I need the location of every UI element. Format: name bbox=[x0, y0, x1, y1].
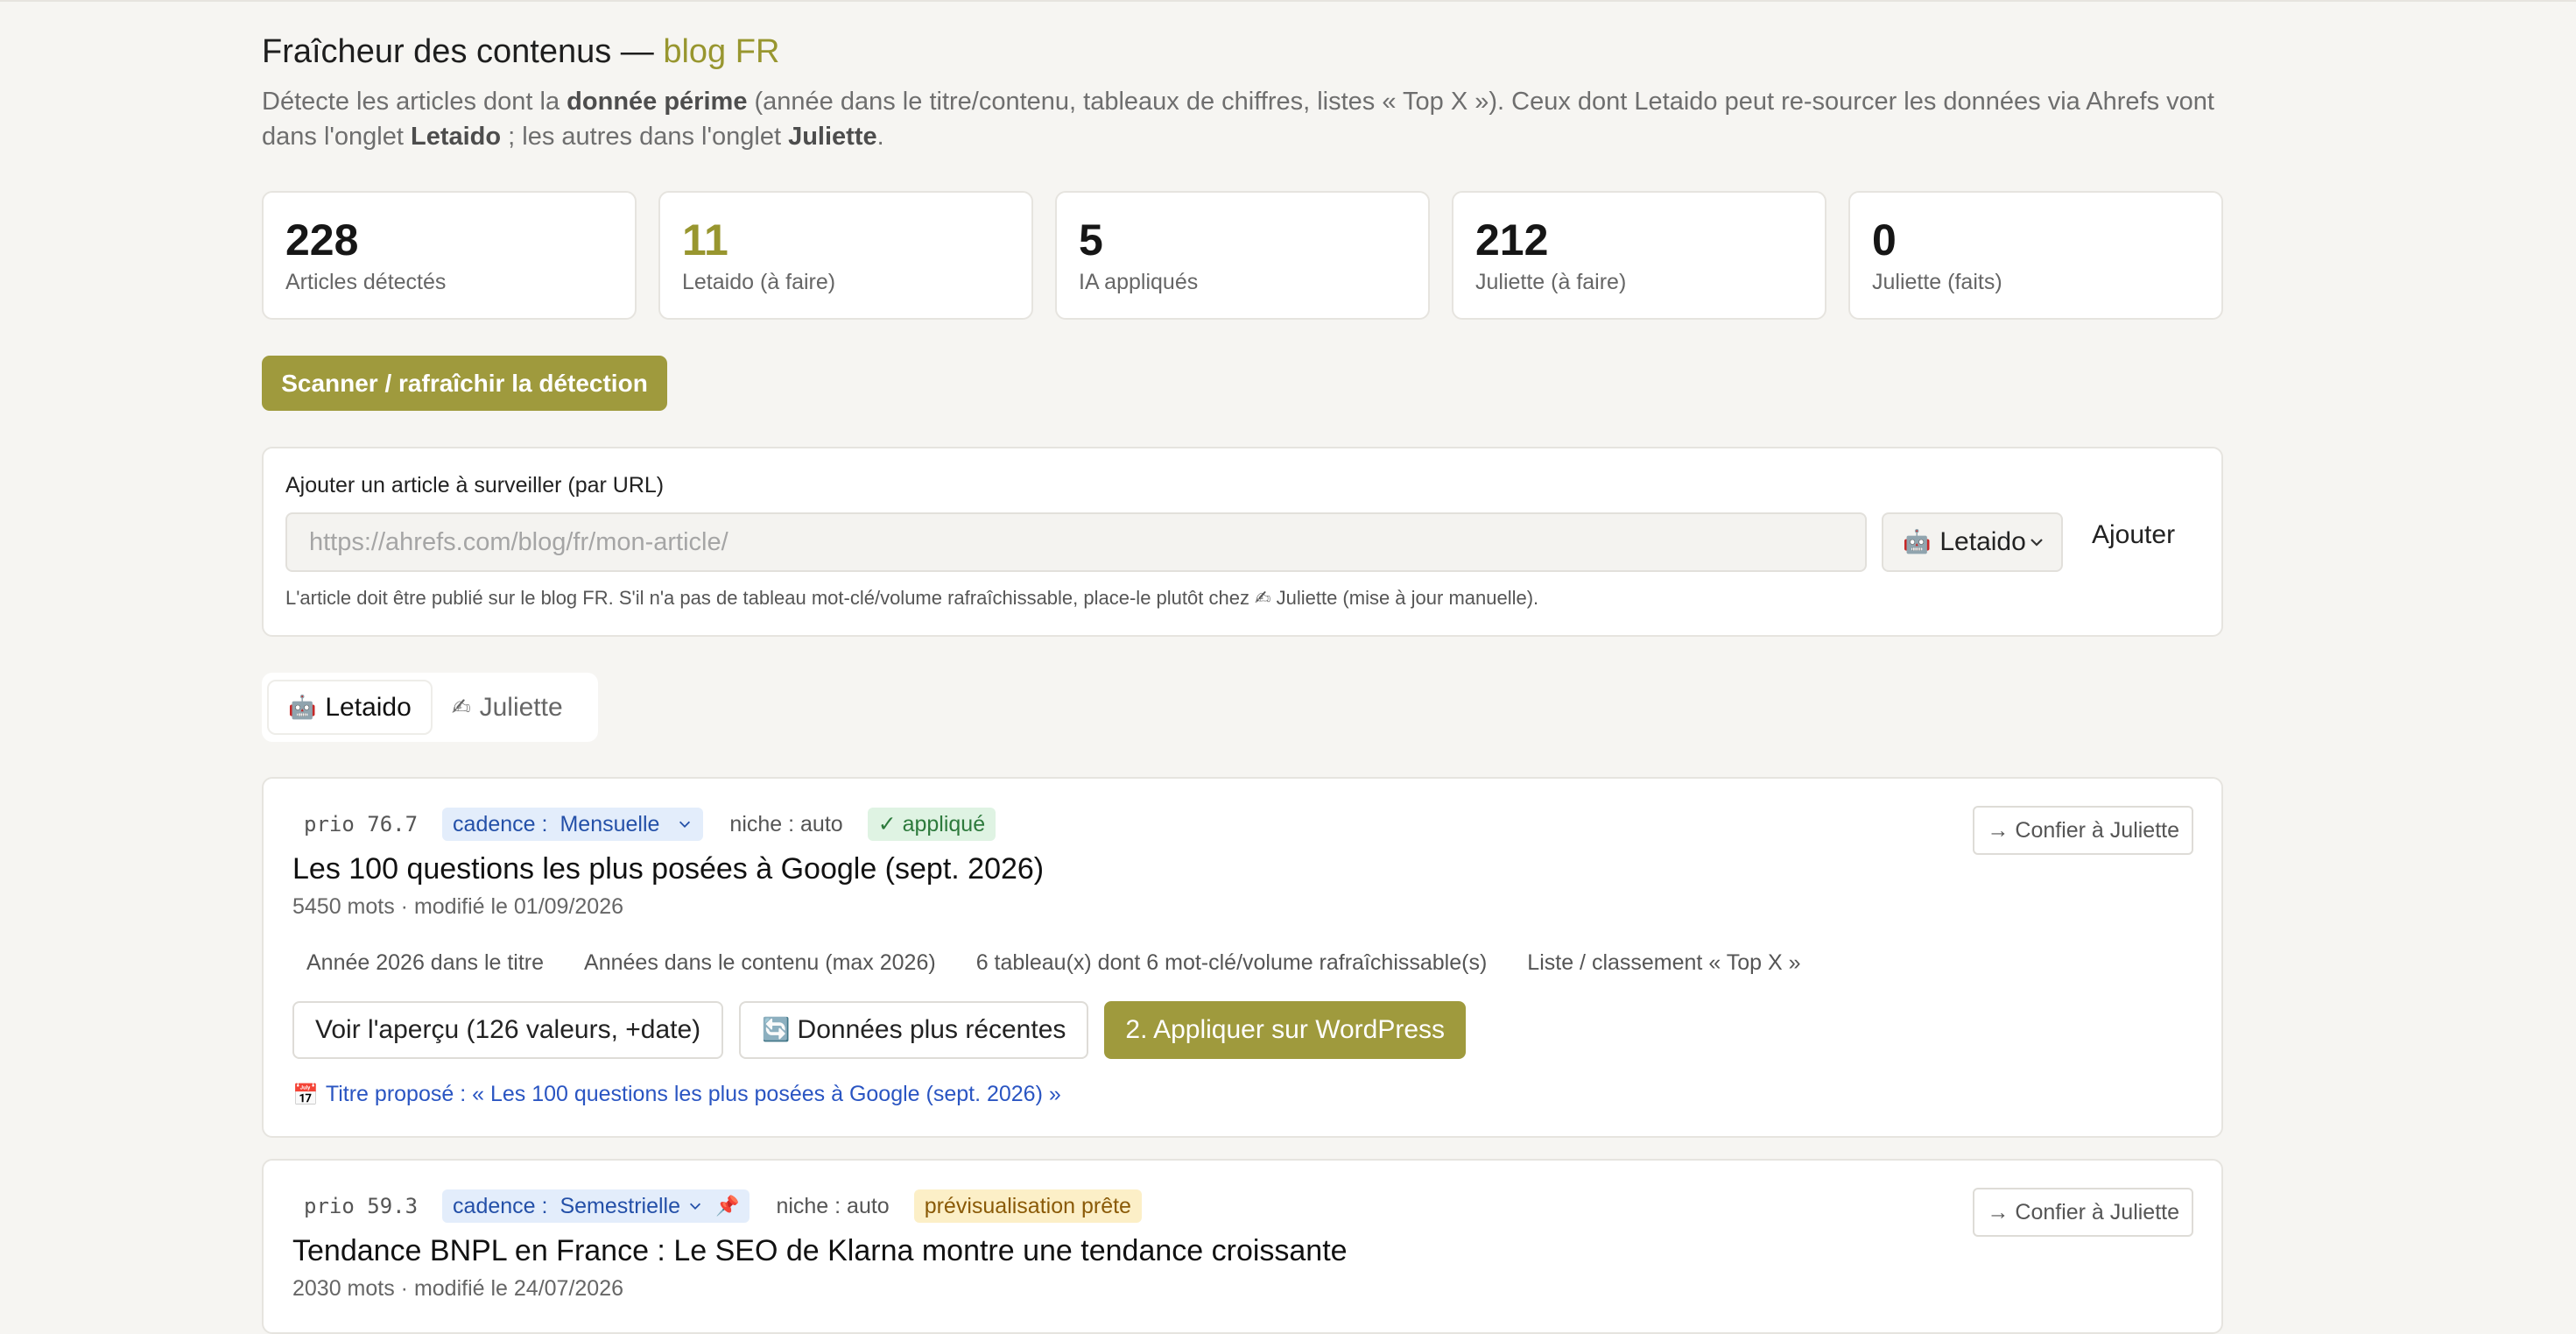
stat-value: 228 bbox=[285, 215, 359, 265]
assignee-select[interactable]: 🤖 Letaido bbox=[1882, 512, 2063, 572]
reason-list: Année 2026 dans le titre Années dans le … bbox=[292, 945, 1827, 981]
niche-label: niche : auto bbox=[729, 811, 843, 836]
reason-tag: 6 tableau(x) dont 6 mot-clé/volume rafra… bbox=[975, 950, 1488, 975]
article-title[interactable]: Les 100 questions les plus posées à Goog… bbox=[292, 852, 1044, 886]
proposed-title-text: Titre proposé : « Les 100 questions les … bbox=[325, 1082, 1061, 1106]
top-border bbox=[0, 0, 2576, 2]
article-card: prio 76.7 cadence : Mensuelle niche : au… bbox=[262, 777, 2223, 1138]
article-meta-row: prio 59.3 cadence : Semestrielle 📌 niche… bbox=[304, 1189, 1142, 1224]
assignee-select-value: Letaido bbox=[1939, 527, 2026, 556]
stat-label: Juliette (à faire) bbox=[1475, 270, 1627, 294]
stat-card-letaido-todo: 11 Letaido (à faire) bbox=[658, 191, 1033, 320]
assign-juliette-button[interactable]: → Confier à Juliette bbox=[1973, 806, 2193, 855]
stat-card-ia-applied: 5 IA appliqués bbox=[1055, 191, 1430, 320]
cadence-label: cadence : bbox=[453, 811, 548, 836]
refresh-icon: 🔄 bbox=[762, 1017, 791, 1043]
stat-label: Articles détectés bbox=[285, 270, 447, 294]
stat-card-juliette-done: 0 Juliette (faits) bbox=[1848, 191, 2223, 320]
article-meta: 5450 mots · modifié le 01/09/2026 bbox=[292, 894, 624, 919]
scan-button[interactable]: Scanner / rafraîchir la détection bbox=[262, 356, 667, 411]
chevron-down-icon bbox=[679, 821, 691, 828]
cadence-value: Mensuelle bbox=[560, 811, 660, 836]
cadence-label: cadence : bbox=[453, 1193, 548, 1218]
stat-value: 0 bbox=[1872, 215, 1897, 265]
reason-tag: Années dans le contenu (max 2026) bbox=[584, 950, 936, 975]
article-title[interactable]: Tendance BNPL en France : Le SEO de Klar… bbox=[292, 1234, 1348, 1268]
apply-wordpress-button[interactable]: 2. Appliquer sur WordPress bbox=[1104, 1001, 1467, 1059]
cadence-select[interactable]: cadence : Mensuelle bbox=[442, 808, 704, 841]
stat-card-juliette-todo: 212 Juliette (à faire) bbox=[1452, 191, 1826, 320]
stats-row: 228 Articles détectés 11 Letaido (à fair… bbox=[262, 191, 2223, 320]
stat-label: Juliette (faits) bbox=[1872, 270, 2002, 294]
add-article-panel: Ajouter un article à surveiller (par URL… bbox=[262, 447, 2223, 637]
page-description: Détecte les articles dont la donnée péri… bbox=[262, 88, 2214, 151]
stat-label: IA appliqués bbox=[1079, 270, 1199, 294]
article-card: prio 59.3 cadence : Semestrielle 📌 niche… bbox=[262, 1159, 2223, 1334]
tab-label: Letaido bbox=[325, 692, 412, 722]
stat-value: 11 bbox=[682, 215, 728, 265]
tab-label: Juliette bbox=[479, 692, 563, 722]
tab-bar: 🤖 Letaido ✍ Juliette bbox=[262, 673, 598, 742]
add-button[interactable]: Ajouter bbox=[2092, 520, 2175, 550]
robot-icon: 🤖 bbox=[288, 694, 317, 721]
add-article-title: Ajouter un article à surveiller (par URL… bbox=[285, 473, 665, 498]
add-article-note: L'article doit être publié sur le blog F… bbox=[285, 587, 1539, 609]
stat-label: Letaido (à faire) bbox=[682, 270, 836, 294]
reason-tag: Année 2026 dans le titre bbox=[306, 950, 545, 975]
cadence-select[interactable]: cadence : Semestrielle 📌 bbox=[442, 1189, 750, 1223]
article-actions: Voir l'aperçu (126 valeurs, +date) 🔄 Don… bbox=[292, 1001, 1467, 1059]
cadence-value: Semestrielle bbox=[560, 1193, 681, 1218]
url-input[interactable] bbox=[285, 512, 1867, 572]
tab-juliette[interactable]: ✍ Juliette bbox=[433, 680, 582, 735]
chevron-down-icon bbox=[689, 1203, 701, 1210]
preview-button[interactable]: Voir l'aperçu (126 valeurs, +date) bbox=[292, 1001, 724, 1059]
chevron-down-icon bbox=[2031, 539, 2043, 547]
reason-tag: Liste / classement « Top X » bbox=[1527, 950, 1801, 975]
stat-value: 212 bbox=[1475, 215, 1549, 265]
assign-juliette-button[interactable]: → Confier à Juliette bbox=[1973, 1188, 2193, 1237]
tab-letaido[interactable]: 🤖 Letaido bbox=[267, 680, 433, 735]
priority-score: prio 76.7 bbox=[304, 812, 419, 836]
pin-icon: 📌 bbox=[715, 1195, 740, 1218]
status-badge: prévisualisation prête bbox=[913, 1189, 1142, 1223]
stat-card-detected: 228 Articles détectés bbox=[262, 191, 637, 320]
proposed-title: 📅 Titre proposé : « Les 100 questions le… bbox=[292, 1082, 1061, 1107]
recent-data-button[interactable]: 🔄 Données plus récentes bbox=[739, 1001, 1089, 1059]
priority-score: prio 59.3 bbox=[304, 1194, 419, 1218]
page-title: Fraîcheur des contenus — blog FR bbox=[262, 33, 780, 70]
status-badge: ✓ appliqué bbox=[867, 808, 996, 841]
article-meta-row: prio 76.7 cadence : Mensuelle niche : au… bbox=[304, 807, 996, 842]
niche-label: niche : auto bbox=[776, 1193, 890, 1218]
writing-hand-icon: ✍ bbox=[451, 694, 471, 721]
robot-icon: 🤖 bbox=[1903, 529, 1932, 555]
calendar-icon: 📅 bbox=[292, 1082, 319, 1107]
stat-value: 5 bbox=[1079, 215, 1103, 265]
recent-data-label: Données plus récentes bbox=[797, 1015, 1066, 1044]
